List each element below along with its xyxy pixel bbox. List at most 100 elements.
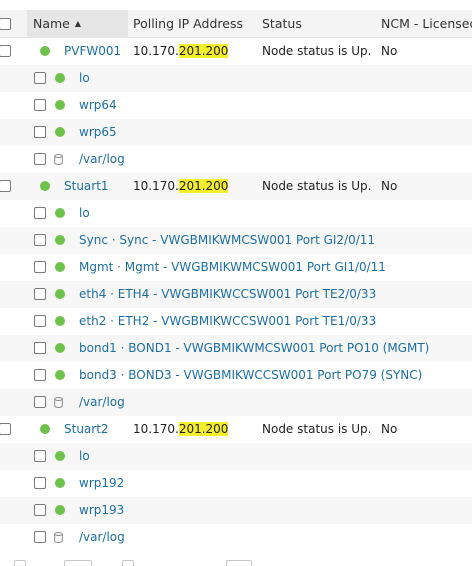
volume-row[interactable]: /var/log — [0, 146, 472, 173]
node-name-link[interactable]: Stuart2 — [64, 416, 109, 443]
pager-next-button[interactable] — [122, 560, 134, 566]
column-header-status[interactable]: Status — [262, 10, 372, 38]
interface-row[interactable]: eth4 · ETH4 - VWGBMIKWCCSW001 Port TE2/0… — [0, 281, 472, 308]
child-checkbox[interactable] — [34, 504, 46, 516]
ncm-licensed-value: No — [381, 44, 398, 58]
child-checkbox[interactable] — [34, 153, 46, 165]
node-status-text: Node status is Up. — [262, 422, 372, 436]
ncm-licensed-value: No — [381, 179, 398, 193]
column-header-status-label: Status — [262, 16, 302, 31]
column-header-ncm-licensed[interactable]: NCM - Licensed — [381, 10, 472, 38]
polling-ip-search-highlight: 201.200 — [178, 179, 229, 193]
child-checkbox[interactable] — [34, 234, 46, 246]
node-row[interactable]: Stuart1 10.170.201.200 Node status is Up. N… — [0, 173, 472, 200]
polling-ip-search-highlight: 201.200 — [178, 44, 229, 58]
node-name-link[interactable]: Stuart1 — [64, 173, 109, 200]
column-header-ncm-label: NCM - Licensed — [381, 16, 472, 31]
column-header-polling-ip-label: Polling IP Address — [133, 16, 243, 31]
column-header-name-label: Name — [33, 16, 70, 31]
database-cylinder-icon — [54, 397, 63, 408]
child-checkbox[interactable] — [34, 315, 46, 327]
interface-name-link[interactable]: bond1 · BOND1 - VWGBMIKWMCSW001 Port PO1… — [79, 335, 429, 362]
green-status-dot-icon — [55, 370, 65, 380]
interface-name-link[interactable]: wrp192 — [79, 470, 124, 497]
polling-ip-address: 10.170.201.200 — [133, 416, 229, 443]
interface-row[interactable]: wrp65 — [0, 119, 472, 146]
pager-first-button[interactable] — [14, 560, 26, 566]
child-checkbox[interactable] — [34, 369, 46, 381]
green-status-dot-icon — [55, 451, 65, 461]
node-name-link[interactable]: PVFW001 — [64, 38, 121, 65]
interface-name-link[interactable]: lo — [79, 443, 90, 470]
interface-name-link[interactable]: bond3 · BOND3 - VWGBMIKWCCSW001 Port PO7… — [79, 362, 422, 389]
green-status-dot-icon — [55, 262, 65, 272]
child-checkbox[interactable] — [34, 396, 46, 408]
green-status-dot-icon — [55, 289, 65, 299]
interface-name-link[interactable]: eth4 · ETH4 - VWGBMIKWCCSW001 Port TE2/0… — [79, 281, 376, 308]
interface-row[interactable]: lo — [0, 65, 472, 92]
child-checkbox[interactable] — [34, 126, 46, 138]
node-checkbox[interactable] — [0, 423, 11, 435]
child-checkbox[interactable] — [34, 342, 46, 354]
interface-row[interactable]: eth2 · ETH2 - VWGBMIKWCCSW001 Port TE1/0… — [0, 308, 472, 335]
green-status-dot-icon — [40, 424, 50, 434]
child-checkbox[interactable] — [34, 450, 46, 462]
green-status-dot-icon — [55, 73, 65, 83]
volume-name-link[interactable]: /var/log — [79, 146, 125, 173]
interface-name-link[interactable]: wrp64 — [79, 92, 117, 119]
node-row[interactable]: Stuart2 10.170.201.200 Node status is Up. N… — [0, 416, 472, 443]
volume-row[interactable]: /var/log — [0, 524, 472, 551]
interface-row[interactable]: wrp192 — [0, 470, 472, 497]
child-checkbox[interactable] — [34, 288, 46, 300]
interface-row[interactable]: Mgmt · Mgmt - VWGBMIKWMCSW001 Port GI1/0… — [0, 254, 472, 281]
child-checkbox[interactable] — [34, 99, 46, 111]
sort-ascending-icon: ▲ — [74, 19, 82, 28]
volume-name-link[interactable]: /var/log — [79, 389, 125, 416]
interface-row[interactable]: lo — [0, 200, 472, 227]
interface-name-link[interactable]: Sync · Sync - VWGBMIKWMCSW001 Port GI2/0… — [79, 227, 375, 254]
polling-ip-search-highlight: 201.200 — [178, 422, 229, 436]
interface-row[interactable]: Sync · Sync - VWGBMIKWMCSW001 Port GI2/0… — [0, 227, 472, 254]
select-all-checkbox[interactable] — [0, 18, 11, 30]
interface-name-link[interactable]: wrp193 — [79, 497, 124, 524]
interface-name-link[interactable]: Mgmt · Mgmt - VWGBMIKWMCSW001 Port GI1/0… — [79, 254, 386, 281]
interface-name-link[interactable]: lo — [79, 65, 90, 92]
green-status-dot-icon — [55, 235, 65, 245]
child-checkbox[interactable] — [34, 531, 46, 543]
node-status-text: Node status is Up. — [262, 44, 372, 58]
volume-row[interactable]: /var/log — [0, 389, 472, 416]
pagination-bar — [0, 556, 472, 566]
interface-name-link[interactable]: wrp65 — [79, 119, 117, 146]
polling-ip-prefix: 10.170. — [133, 44, 179, 58]
column-header-name[interactable]: Name ▲ — [27, 10, 128, 38]
node-checkbox[interactable] — [0, 180, 11, 192]
child-checkbox[interactable] — [34, 72, 46, 84]
green-status-dot-icon — [40, 181, 50, 191]
interface-row[interactable]: bond1 · BOND1 - VWGBMIKWMCSW001 Port PO1… — [0, 335, 472, 362]
child-checkbox[interactable] — [34, 207, 46, 219]
pager-page-input[interactable] — [64, 560, 92, 566]
interface-row[interactable]: wrp193 — [0, 497, 472, 524]
polling-ip-prefix: 10.170. — [133, 422, 179, 436]
green-status-dot-icon — [55, 343, 65, 353]
polling-ip-address: 10.170.201.200 — [133, 38, 229, 65]
interface-name-link[interactable]: eth2 · ETH2 - VWGBMIKWCCSW001 Port TE1/0… — [79, 308, 376, 335]
node-checkbox[interactable] — [0, 45, 11, 57]
pager-size-select[interactable] — [226, 560, 252, 566]
green-status-dot-icon — [55, 316, 65, 326]
column-header-polling-ip[interactable]: Polling IP Address — [133, 10, 253, 38]
child-checkbox[interactable] — [34, 261, 46, 273]
ncm-licensed-value: No — [381, 422, 398, 436]
polling-ip-address: 10.170.201.200 — [133, 173, 229, 200]
green-status-dot-icon — [55, 100, 65, 110]
interface-row[interactable]: bond3 · BOND3 - VWGBMIKWCCSW001 Port PO7… — [0, 362, 472, 389]
green-status-dot-icon — [55, 208, 65, 218]
volume-name-link[interactable]: /var/log — [79, 524, 125, 551]
green-status-dot-icon — [40, 46, 50, 56]
interface-row[interactable]: lo — [0, 443, 472, 470]
child-checkbox[interactable] — [34, 477, 46, 489]
interface-name-link[interactable]: lo — [79, 200, 90, 227]
node-row[interactable]: PVFW001 10.170.201.200 Node status is Up. N… — [0, 38, 472, 65]
interface-row[interactable]: wrp64 — [0, 92, 472, 119]
polling-ip-prefix: 10.170. — [133, 179, 179, 193]
